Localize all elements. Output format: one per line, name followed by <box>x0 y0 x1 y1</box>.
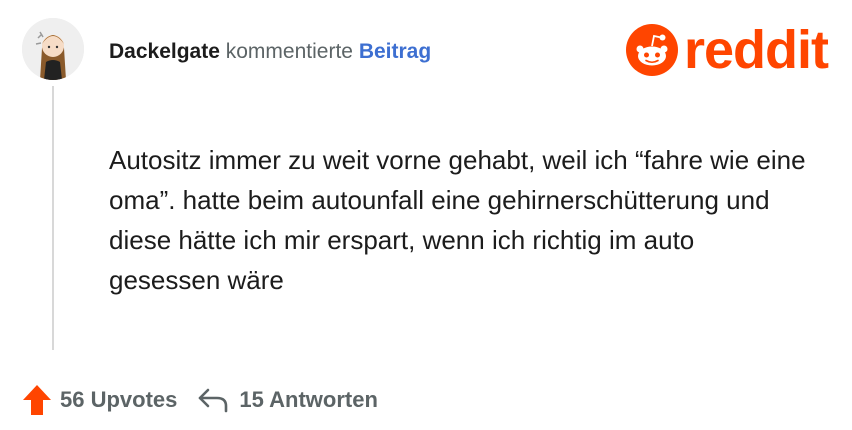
user-avatar[interactable] <box>22 18 84 80</box>
post-link[interactable]: Beitrag <box>359 40 431 63</box>
thread-line[interactable] <box>52 86 54 350</box>
comment-action-label: kommentierte <box>225 40 353 63</box>
reply-arrow-icon[interactable] <box>197 387 229 413</box>
upvote-arrow-icon[interactable] <box>22 384 52 416</box>
reddit-snoo-icon <box>626 24 678 76</box>
comment-card: Dackelgate kommentierte Beitrag reddit A… <box>0 0 852 430</box>
upvote-count: 56 Upvotes <box>60 387 178 412</box>
avatar-illustration-icon <box>22 18 84 80</box>
reddit-logo[interactable]: reddit <box>626 20 829 80</box>
username-link[interactable]: Dackelgate <box>109 40 220 63</box>
comment-header: Dackelgate kommentierte Beitrag <box>109 39 431 65</box>
reddit-wordmark: reddit <box>684 20 829 80</box>
comment-body: Autositz immer zu weit vorne gehabt, wei… <box>109 145 806 295</box>
comment-actions: 56 Upvotes 15 Antworten <box>22 383 378 417</box>
reply-count[interactable]: 15 Antworten <box>239 387 378 413</box>
